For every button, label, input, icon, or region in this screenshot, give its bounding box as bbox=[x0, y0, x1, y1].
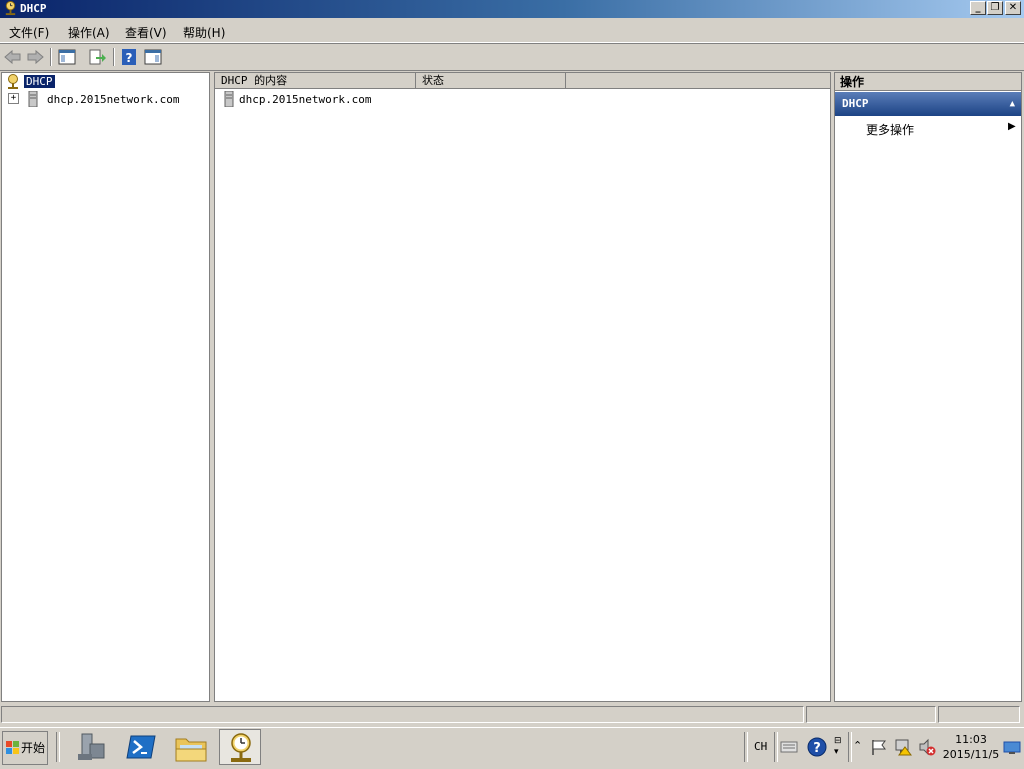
column-header-name[interactable]: DHCP 的内容 bbox=[215, 73, 416, 89]
show-hidden-icons-icon[interactable]: ⌃ bbox=[853, 739, 862, 752]
start-label: 开始 bbox=[21, 741, 46, 755]
windows-logo-icon bbox=[6, 741, 19, 754]
toolbar: ? bbox=[0, 43, 1024, 71]
status-bar bbox=[0, 705, 1024, 725]
tree-item-label: dhcp.2015network.com bbox=[47, 93, 180, 106]
tree-root-label: DHCP bbox=[24, 75, 55, 88]
submenu-arrow-icon: ▶ bbox=[1008, 121, 1016, 132]
list-item-name: dhcp.2015network.com bbox=[239, 93, 372, 106]
title-bar[interactable]: DHCP _ ❐ ✕ bbox=[0, 0, 1024, 18]
help-icon[interactable]: ? bbox=[119, 47, 139, 67]
column-header-filler bbox=[566, 73, 830, 89]
status-cell-main bbox=[1, 706, 804, 723]
folder-icon bbox=[175, 738, 207, 762]
input-language-indicator[interactable]: CH bbox=[754, 740, 767, 753]
action-center-flag-icon[interactable] bbox=[870, 738, 888, 756]
collapse-icon[interactable]: ▲ bbox=[1010, 92, 1015, 116]
menu-help[interactable]: 帮助(H) bbox=[183, 24, 225, 41]
taskbar-dhcp[interactable] bbox=[219, 729, 261, 765]
menu-bar: 文件(F) 操作(A) 查看(V) 帮助(H) bbox=[0, 20, 1024, 43]
clock-date: 2015/11/5 bbox=[942, 748, 1000, 761]
taskbar-separator bbox=[56, 732, 60, 762]
status-cell bbox=[938, 706, 1020, 723]
actions-title: 操作 bbox=[835, 73, 1021, 91]
actions-section-label: DHCP bbox=[842, 97, 869, 110]
show-hide-action-pane-icon[interactable] bbox=[143, 47, 163, 67]
restore-button[interactable]: ❐ bbox=[987, 1, 1003, 15]
dhcp-app-icon bbox=[5, 1, 16, 16]
show-desktop-icon[interactable] bbox=[1003, 741, 1021, 755]
content-pane: DHCP 的内容 状态 dhcp.2015network.com bbox=[214, 72, 831, 702]
taskbar-explorer[interactable] bbox=[170, 729, 212, 765]
toolbar-separator bbox=[113, 48, 115, 66]
dhcp-icon bbox=[231, 733, 251, 762]
close-button[interactable]: ✕ bbox=[1005, 1, 1021, 15]
network-warning-icon[interactable] bbox=[894, 738, 912, 756]
tree-item-server[interactable]: + dhcp.2015network.com bbox=[8, 91, 208, 108]
svg-text:?: ? bbox=[813, 741, 821, 756]
tray-separator bbox=[774, 732, 778, 762]
clock-time: 11:03 bbox=[955, 733, 987, 746]
clock[interactable]: 11:03 2015/11/5 bbox=[942, 732, 1000, 762]
action-more-actions[interactable]: 更多操作 ▶ bbox=[866, 121, 1016, 139]
tray-separator bbox=[744, 732, 748, 762]
menu-view[interactable]: 查看(V) bbox=[125, 24, 167, 41]
tree-pane: DHCP + dhcp.2015network.com bbox=[1, 72, 210, 702]
server-icon bbox=[28, 91, 38, 107]
menu-action[interactable]: 操作(A) bbox=[68, 24, 110, 41]
volume-muted-icon[interactable] bbox=[918, 738, 936, 756]
help-tray-icon[interactable]: ? bbox=[807, 737, 827, 757]
export-list-icon[interactable] bbox=[87, 47, 107, 67]
menu-file[interactable]: 文件(F) bbox=[9, 24, 49, 41]
taskbar-powershell[interactable] bbox=[120, 729, 162, 765]
tree-root[interactable]: DHCP bbox=[5, 74, 205, 91]
column-header-status[interactable]: 状态 bbox=[416, 73, 566, 89]
taskbar-server-manager[interactable] bbox=[70, 729, 112, 765]
taskbar: 开始 CH ? ⊟ ▾ ⌃ 11:03 2015/11/5 bbox=[0, 727, 1024, 769]
tree-expander[interactable]: + bbox=[8, 93, 19, 104]
minimize-button[interactable]: _ bbox=[970, 1, 986, 15]
action-more-actions-label: 更多操作 bbox=[866, 123, 915, 137]
server-icon bbox=[224, 91, 234, 107]
svg-text:?: ? bbox=[126, 51, 133, 65]
tray-separator bbox=[848, 732, 852, 762]
window-title: DHCP bbox=[20, 2, 47, 15]
list-item[interactable]: dhcp.2015network.com bbox=[223, 91, 623, 108]
start-button[interactable]: 开始 bbox=[2, 731, 48, 765]
toolbar-separator bbox=[50, 48, 52, 66]
ime-options-icon[interactable]: ⊟ ▾ bbox=[834, 736, 842, 758]
status-cell bbox=[806, 706, 936, 723]
actions-pane: 操作 DHCP ▲ 更多操作 ▶ bbox=[834, 72, 1022, 702]
dhcp-icon bbox=[8, 74, 18, 89]
back-icon[interactable] bbox=[3, 47, 23, 67]
powershell-icon bbox=[126, 735, 156, 759]
forward-icon[interactable] bbox=[25, 47, 45, 67]
keyboard-icon[interactable] bbox=[780, 739, 798, 755]
server-manager-icon bbox=[78, 733, 105, 760]
show-hide-tree-icon[interactable] bbox=[57, 47, 77, 67]
actions-section-header[interactable]: DHCP ▲ bbox=[835, 92, 1021, 116]
